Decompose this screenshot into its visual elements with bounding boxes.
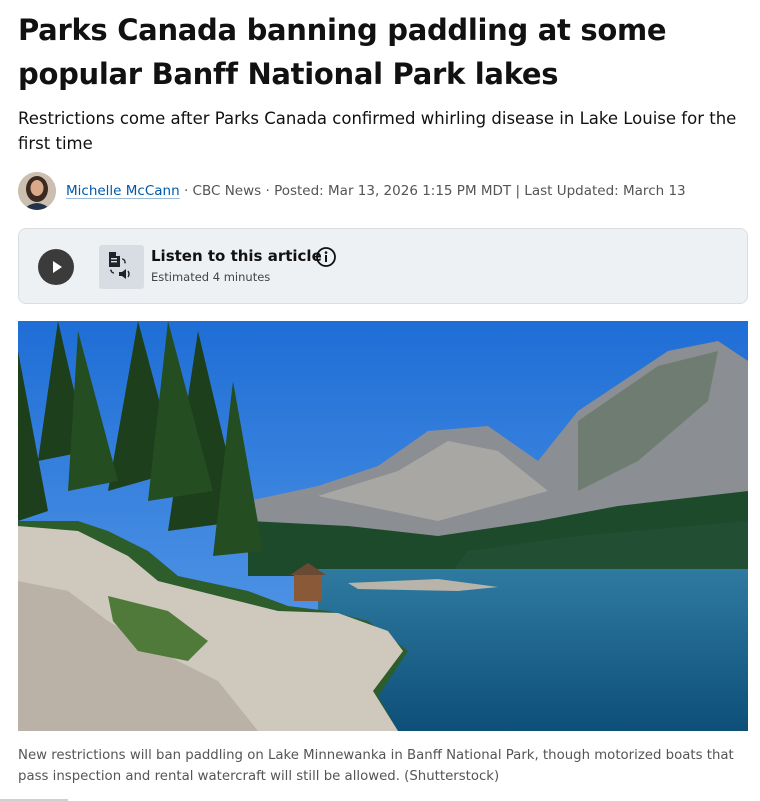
play-icon: [53, 261, 62, 273]
lake-minnewanka-photo: [18, 321, 748, 731]
article-deck: Restrictions come after Parks Canada con…: [18, 109, 737, 153]
listen-to-article-panel: Listen to this article Estimated 4 minut…: [18, 228, 748, 304]
author-link[interactable]: Michelle McCann: [66, 183, 180, 199]
listen-title: Listen to this article: [151, 247, 322, 265]
document-audio-icon: [99, 245, 144, 289]
info-icon[interactable]: [315, 246, 337, 272]
article-headline: Parks Canada banning paddling at some po…: [18, 13, 667, 91]
author-avatar[interactable]: [18, 172, 56, 210]
byline: Michelle McCann · CBC News · Posted: Mar…: [18, 171, 758, 211]
photo-caption: New restrictions will ban paddling on La…: [18, 748, 734, 784]
listen-estimate: Estimated 4 minutes: [151, 270, 271, 284]
byline-meta: · CBC News · Posted: Mar 13, 2026 1:15 P…: [179, 183, 686, 199]
play-button[interactable]: [38, 249, 74, 285]
